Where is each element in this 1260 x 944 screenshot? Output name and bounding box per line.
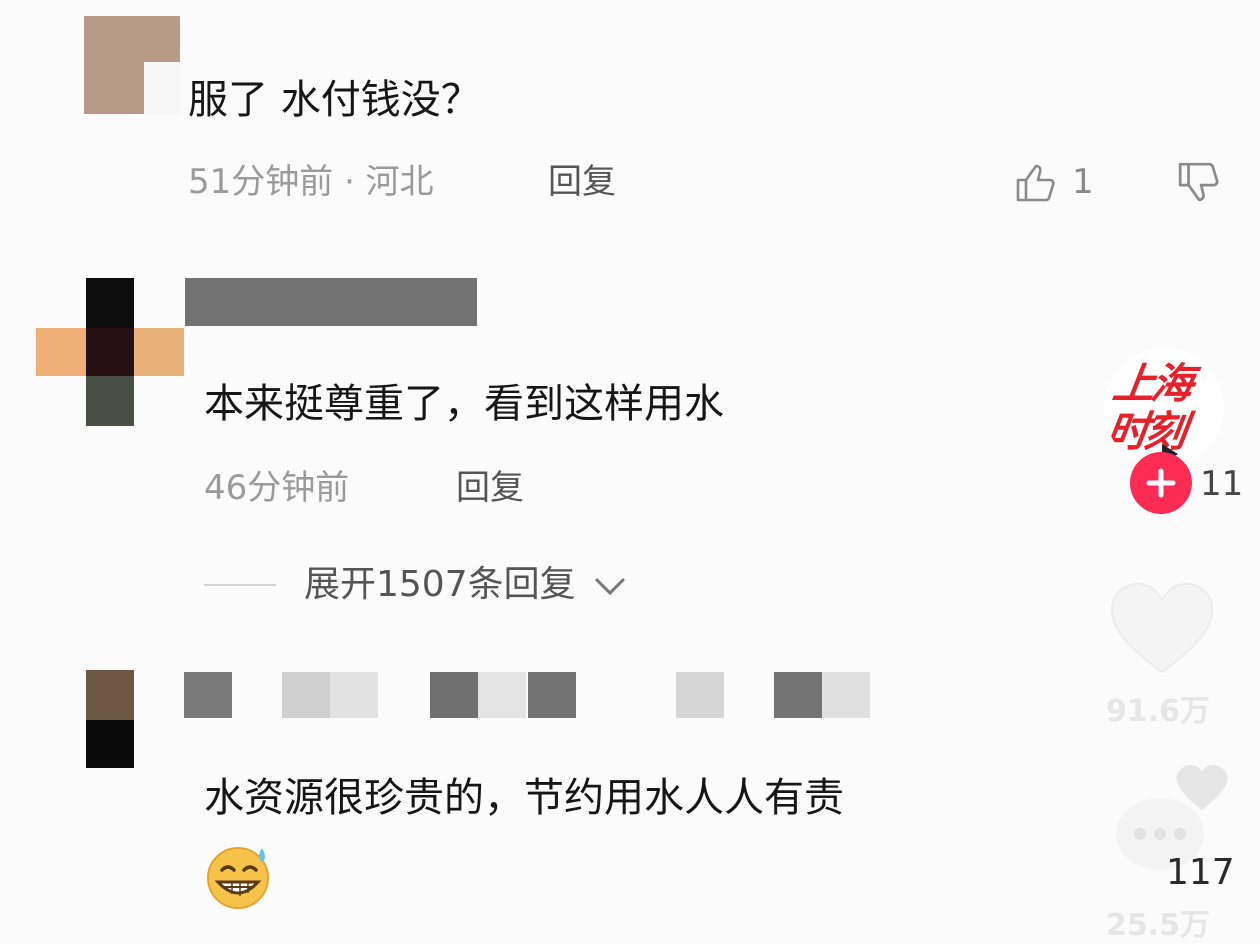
comment-2: 本来挺尊重了，看到这样用水 46分钟前 回复 展开1507条回复	[0, 270, 1100, 630]
avatar[interactable]	[84, 16, 180, 114]
chevron-down-icon	[595, 578, 625, 596]
username-redacted	[185, 278, 477, 326]
heart-icon	[1110, 582, 1214, 674]
plus-icon	[1146, 468, 1176, 498]
like-button[interactable]: 1	[1014, 160, 1104, 204]
dislike-button[interactable]	[1176, 160, 1224, 208]
follow-count-partial: 11	[1200, 464, 1244, 504]
comment-3: 水资源很珍贵的，节约用水人人有责	[0, 670, 1100, 930]
avatar[interactable]	[86, 670, 134, 768]
comment-text: 水资源很珍贵的，节约用水人人有责	[204, 775, 844, 821]
comment-text: 本来挺尊重了，看到这样用水	[204, 381, 724, 427]
follow-button[interactable]	[1130, 452, 1192, 514]
expand-replies-label: 展开1507条回复	[304, 564, 576, 605]
like-video-button[interactable]	[1106, 580, 1218, 680]
sweat-smile-emoji	[204, 840, 276, 912]
avatar[interactable]	[36, 278, 184, 426]
video-comment-count: 117	[1166, 852, 1235, 893]
channel-avatar[interactable]: 上海 时刻	[1104, 348, 1224, 468]
side-action-panel: 上海 时刻 11 91.6万 117 25.5万	[1096, 340, 1260, 943]
like-count: 1	[1072, 162, 1094, 202]
reply-button[interactable]: 回复	[548, 162, 616, 202]
comment-text: 服了 水付钱没？	[188, 77, 481, 123]
username-redacted	[184, 670, 884, 720]
channel-logo-text: 上海 时刻	[1104, 359, 1193, 456]
video-share-count: 25.5万	[1106, 908, 1211, 943]
comment-timestamp-location: 51分钟前 · 河北	[188, 162, 434, 202]
thumbs-down-icon	[1178, 162, 1219, 202]
reply-button[interactable]: 回复	[456, 468, 524, 508]
thumbs-up-icon	[1016, 164, 1055, 202]
comment-1: 服了 水付钱没？ 51分钟前 · 河北 回复 1	[0, 0, 1260, 230]
video-like-count: 91.6万	[1106, 694, 1211, 729]
expand-replies-divider	[204, 584, 276, 586]
expand-replies-button[interactable]: 展开1507条回复	[304, 564, 627, 606]
comment-timestamp: 46分钟前	[204, 468, 350, 508]
